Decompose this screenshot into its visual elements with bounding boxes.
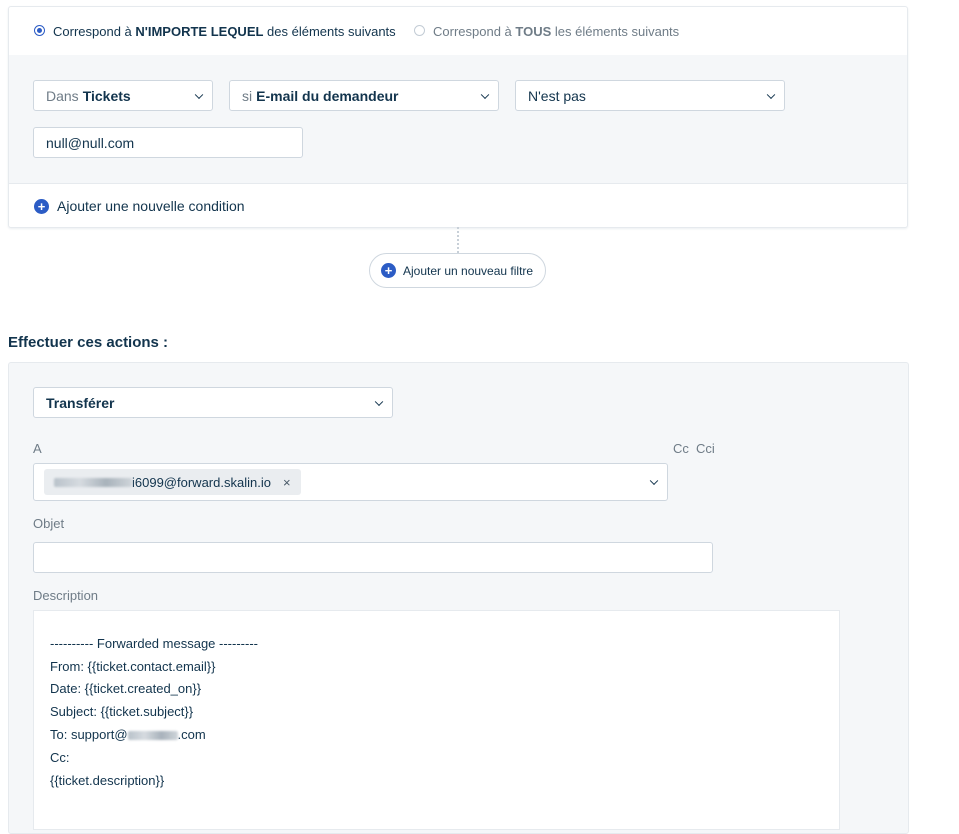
condition-value-input[interactable]: null@null.com [33,127,303,158]
match-all-bold: TOUS [515,24,552,39]
condition-value: null@null.com [46,134,135,151]
action-type-select[interactable]: Transférer [33,387,393,418]
field-select[interactable]: si E-mail du demandeur [229,80,499,111]
scope-select[interactable]: Dans Tickets [33,80,213,111]
add-condition-link[interactable]: Ajouter une nouvelle condition [57,198,245,214]
actions-title: Effectuer ces actions : [8,334,169,351]
add-filter-button[interactable]: + Ajouter un nouveau filtre [369,253,546,288]
bcc-link[interactable]: Cci [696,441,715,456]
chevron-down-icon[interactable] [649,476,659,486]
chevron-down-icon [480,90,490,99]
close-icon[interactable]: × [283,475,291,490]
redacted-text [127,731,178,741]
field-value: E-mail du demandeur [256,87,399,104]
match-all-prefix: Correspond à [433,24,516,39]
chevron-down-icon [374,397,384,406]
add-filter-label: Ajouter un nouveau filtre [403,264,534,278]
editor-line: To: support@ .com [50,727,206,742]
scope-prefix: Dans [46,87,79,104]
scope-value: Tickets [82,87,131,104]
editor-line: ---------- Forwarded message --------- [50,636,258,651]
plus-icon: + [381,263,396,278]
to-label: A [33,441,42,456]
description-label: Description [33,588,99,603]
to-suffix: .com [177,727,206,742]
redacted-text [54,477,132,487]
chevron-down-icon [766,90,776,99]
field-prefix: si [242,87,253,104]
operator-value: N'est pas [528,87,586,104]
recipient-field[interactable]: i6099@forward.skalin.io × [33,463,668,501]
match-any-suffix: des éléments suivants [263,24,396,39]
editor-line: Date: {{ticket.created_on}} [50,681,202,696]
recipient-chip: i6099@forward.skalin.io × [44,469,301,495]
match-any-label[interactable]: Correspond à N'IMPORTE LEQUEL des élémen… [53,24,396,39]
match-any-prefix: Correspond à [53,24,136,39]
match-all-radio[interactable] [414,25,425,36]
match-all-label[interactable]: Correspond à TOUS les éléments suivants [433,24,679,39]
match-mode-row: Correspond à N'IMPORTE LEQUEL des élémen… [9,7,907,56]
conditions-card: Correspond à N'IMPORTE LEQUEL des élémen… [8,6,908,228]
to-prefix: To: support@ [50,727,128,742]
description-editor[interactable]: ---------- Forwarded message --------- F… [33,610,840,830]
match-any-radio[interactable] [34,25,45,36]
editor-line: Subject: {{ticket.subject}} [50,704,194,719]
match-any-bold: N'IMPORTE LEQUEL [135,24,264,39]
plus-icon[interactable]: + [34,199,49,214]
subject-label: Objet [33,516,65,531]
action-type-value: Transférer [46,394,115,411]
editor-line: From: {{ticket.contact.email}} [50,659,216,674]
chevron-down-icon [194,90,204,99]
recipient-email: i6099@forward.skalin.io [132,474,271,490]
condition-area: Dans Tickets si E-mail du demandeur N'es… [9,55,907,184]
editor-line: Cc: [50,750,70,765]
editor-line: {{ticket.description}} [50,773,165,788]
connector-line [457,227,459,253]
subject-input[interactable] [33,542,713,573]
operator-select[interactable]: N'est pas [515,80,785,111]
cc-link[interactable]: Cc [673,441,689,456]
match-all-suffix: les éléments suivants [551,24,680,39]
